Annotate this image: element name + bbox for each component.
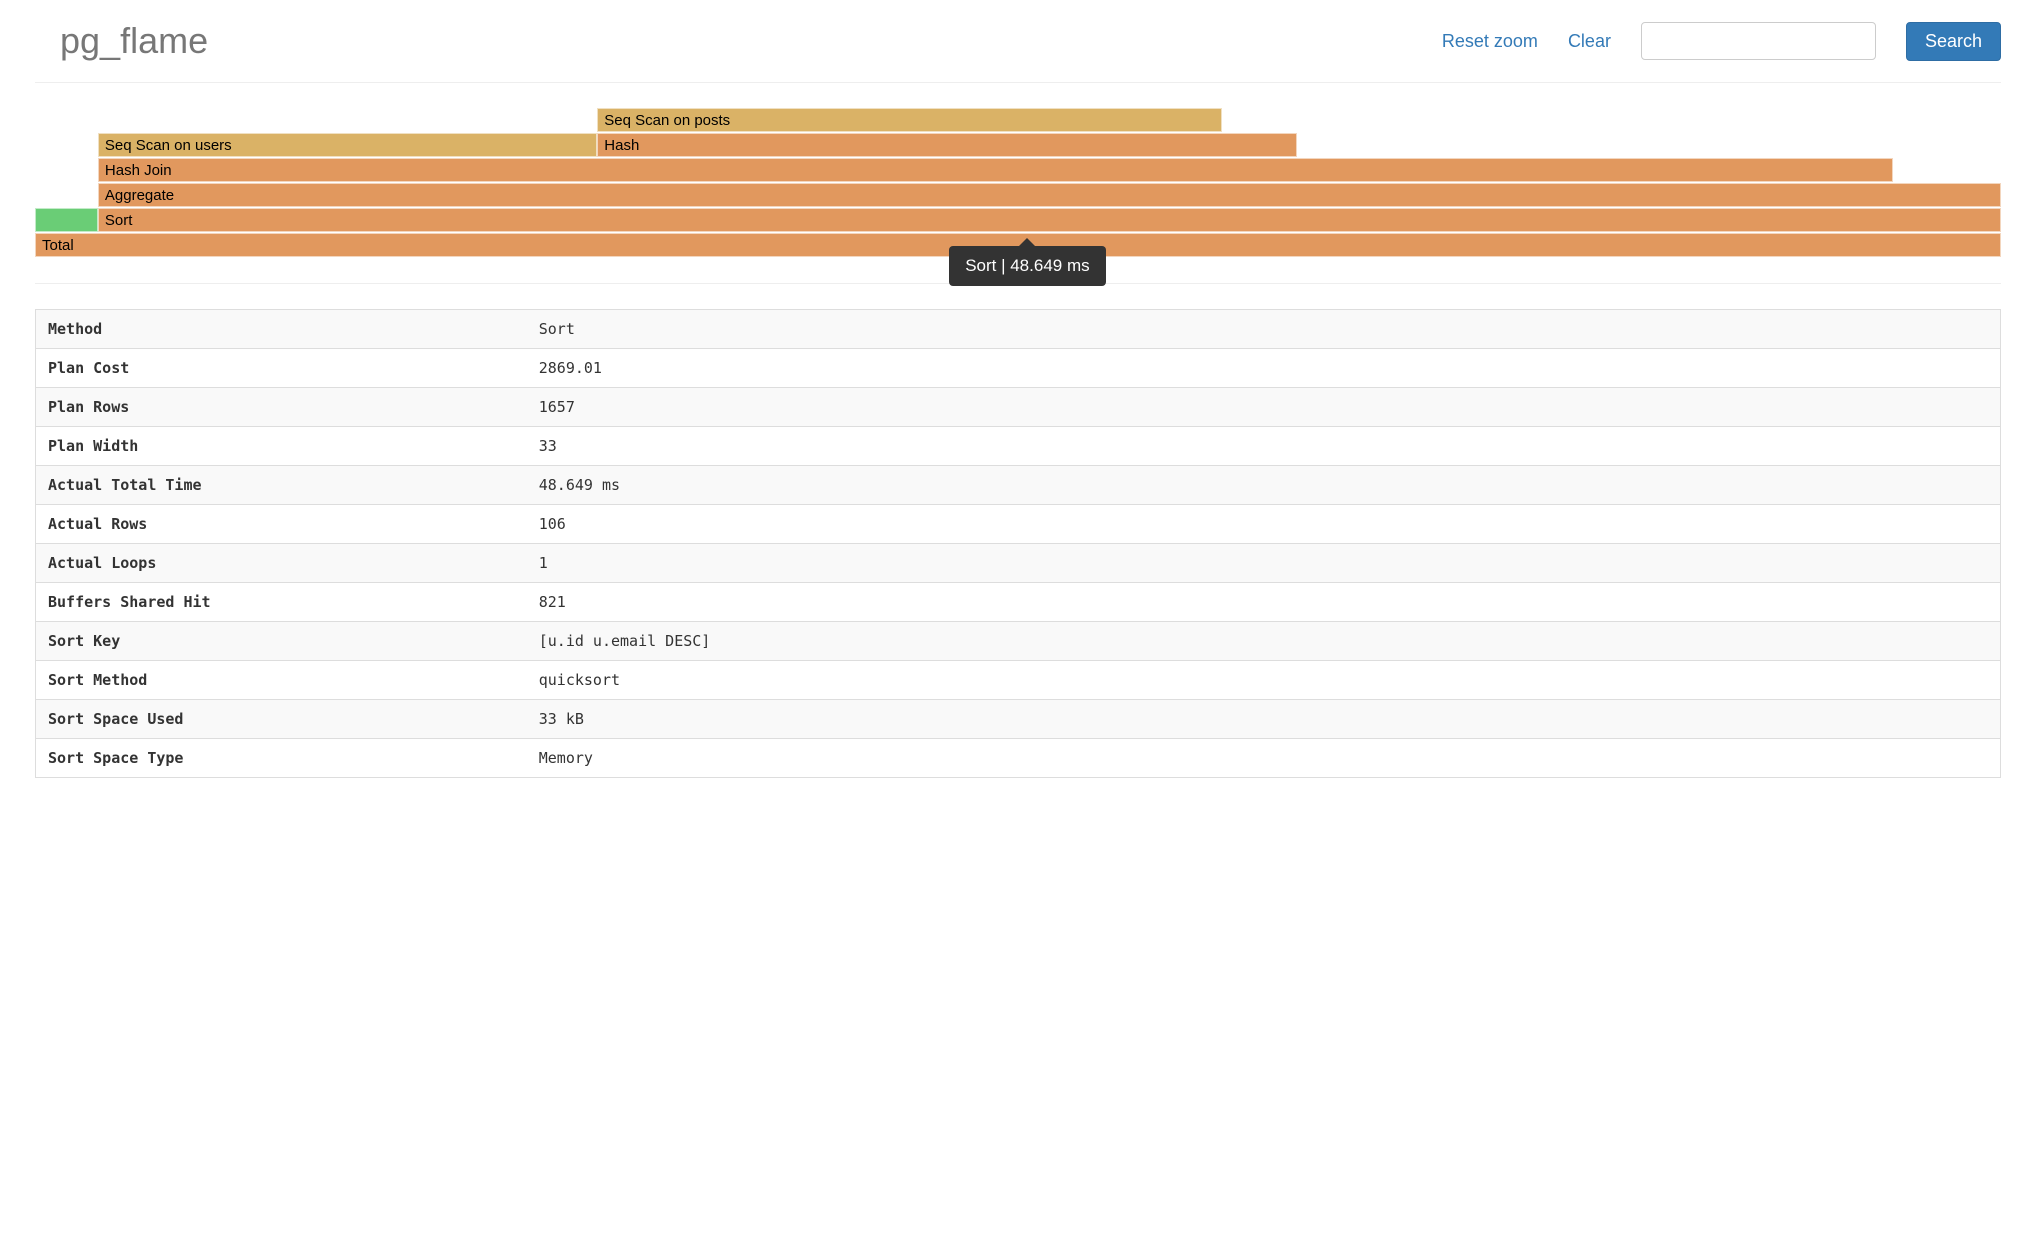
detail-value: 821 bbox=[527, 583, 2001, 622]
detail-value: 33 kB bbox=[527, 700, 2001, 739]
detail-key: Buffers Shared Hit bbox=[36, 583, 527, 622]
flame-bar[interactable]: Seq Scan on users bbox=[98, 133, 597, 157]
flame-bar[interactable]: Aggregate bbox=[98, 183, 2001, 207]
detail-key: Sort Method bbox=[36, 661, 527, 700]
detail-value: 2869.01 bbox=[527, 349, 2001, 388]
flamegraph: Seq Scan on postsSeq Scan on usersHashHa… bbox=[35, 108, 2001, 258]
header: pg_flame Reset zoom Clear Search bbox=[35, 20, 2001, 83]
table-row: Buffers Shared Hit821 bbox=[36, 583, 2001, 622]
flame-bar[interactable]: Hash Join bbox=[98, 158, 1893, 182]
tooltip: Sort | 48.649 ms bbox=[949, 246, 1105, 286]
detail-key: Plan Width bbox=[36, 427, 527, 466]
table-row: Plan Cost2869.01 bbox=[36, 349, 2001, 388]
search-button[interactable]: Search bbox=[1906, 22, 2001, 61]
detail-key: Plan Cost bbox=[36, 349, 527, 388]
detail-key: Actual Total Time bbox=[36, 466, 527, 505]
flame-row: Seq Scan on usersHash bbox=[35, 133, 2001, 158]
table-row: Sort Key[u.id u.email DESC] bbox=[36, 622, 2001, 661]
table-row: Plan Width33 bbox=[36, 427, 2001, 466]
table-row: Plan Rows1657 bbox=[36, 388, 2001, 427]
flame-row: Seq Scan on posts bbox=[35, 108, 2001, 133]
tooltip-text: Sort | 48.649 ms bbox=[965, 256, 1089, 275]
table-row: Sort Space TypeMemory bbox=[36, 739, 2001, 778]
search-input[interactable] bbox=[1641, 22, 1876, 60]
flame-row: Sort bbox=[35, 208, 2001, 233]
detail-value: 33 bbox=[527, 427, 2001, 466]
table-row: Sort Space Used33 kB bbox=[36, 700, 2001, 739]
detail-key: Actual Loops bbox=[36, 544, 527, 583]
table-row: MethodSort bbox=[36, 310, 2001, 349]
table-row: Actual Total Time48.649 ms bbox=[36, 466, 2001, 505]
detail-value: [u.id u.email DESC] bbox=[527, 622, 2001, 661]
table-row: Actual Rows106 bbox=[36, 505, 2001, 544]
detail-value: Memory bbox=[527, 739, 2001, 778]
clear-link[interactable]: Clear bbox=[1568, 31, 1611, 52]
detail-value: 106 bbox=[527, 505, 2001, 544]
detail-value: Sort bbox=[527, 310, 2001, 349]
detail-key: Sort Space Type bbox=[36, 739, 527, 778]
flame-row: Aggregate bbox=[35, 183, 2001, 208]
table-row: Sort Methodquicksort bbox=[36, 661, 2001, 700]
detail-value: quicksort bbox=[527, 661, 2001, 700]
page-title: pg_flame bbox=[35, 20, 208, 62]
details-table: MethodSortPlan Cost2869.01Plan Rows1657P… bbox=[35, 309, 2001, 778]
table-row: Actual Loops1 bbox=[36, 544, 2001, 583]
flame-row: Hash Join bbox=[35, 158, 2001, 183]
flame-bar[interactable]: Hash bbox=[597, 133, 1297, 157]
flame-bar[interactable]: Seq Scan on posts bbox=[597, 108, 1222, 132]
detail-key: Actual Rows bbox=[36, 505, 527, 544]
detail-value: 48.649 ms bbox=[527, 466, 2001, 505]
detail-key: Plan Rows bbox=[36, 388, 527, 427]
detail-key: Sort Space Used bbox=[36, 700, 527, 739]
reset-zoom-link[interactable]: Reset zoom bbox=[1442, 31, 1538, 52]
detail-value: 1 bbox=[527, 544, 2001, 583]
header-controls: Reset zoom Clear Search bbox=[1442, 22, 2001, 61]
detail-key: Method bbox=[36, 310, 527, 349]
detail-value: 1657 bbox=[527, 388, 2001, 427]
flame-bar[interactable]: Sort bbox=[98, 208, 2001, 232]
flame-bar[interactable] bbox=[35, 208, 98, 232]
detail-key: Sort Key bbox=[36, 622, 527, 661]
flamegraph-container: Seq Scan on postsSeq Scan on usersHashHa… bbox=[35, 108, 2001, 284]
